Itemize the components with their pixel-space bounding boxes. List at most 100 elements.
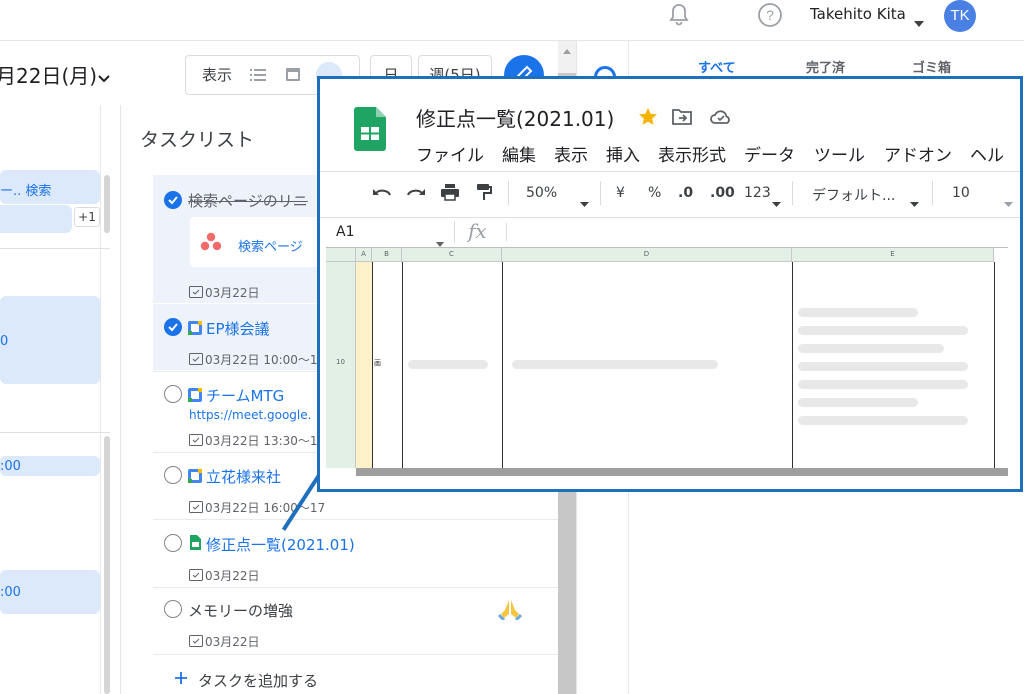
left-event-label: ー.. 検索 [0,184,52,199]
star-icon[interactable] [638,107,658,127]
formula-separator [454,221,455,243]
add-task-button[interactable]: タスクを追加する [198,670,318,691]
top-bar-divider [0,40,1024,41]
tasklist-divider [120,105,121,694]
task-done-check-icon[interactable] [164,318,182,336]
task-open-check-icon[interactable] [164,385,182,403]
task-title[interactable]: チームMTG [206,385,284,406]
menu-file[interactable]: ファイル [416,141,484,166]
grid-bottom-bar [356,468,1008,476]
percent-format-button[interactable]: % [648,185,661,201]
notification-bell-icon[interactable] [668,2,690,28]
calendar-small-icon [189,350,203,365]
task-title[interactable]: 修正点一覧(2021.01) [206,534,355,555]
task-title[interactable]: 検索ページのリニ [188,190,308,211]
column-header-a[interactable]: A [356,248,372,262]
zoom-caret-icon[interactable] [580,192,589,207]
column-header-e[interactable]: E [792,248,994,262]
task-title[interactable]: 立花様来社 [206,466,281,487]
formula-input-cursor[interactable] [506,223,507,241]
help-icon[interactable]: ? [757,2,783,28]
cell-b-text[interactable]: 画 [374,358,381,368]
google-calendar-icon [188,387,202,402]
font-select[interactable]: デフォルト... [812,185,895,205]
row-header[interactable]: 10 [326,262,356,468]
column-header-c[interactable]: C [402,248,502,262]
calendar-view-icon[interactable] [286,66,300,81]
print-icon[interactable] [440,183,460,201]
tab-trash[interactable]: ゴミ箱 [912,57,951,76]
menu-addons[interactable]: アドオン [884,141,952,166]
left-event-card-3[interactable] [0,296,100,384]
paint-format-icon[interactable] [476,183,492,201]
task-open-check-icon[interactable] [164,466,182,484]
task-date: 03月22日 13:30〜14 [205,434,326,448]
cell-e-placeholder [798,326,968,335]
menu-edit[interactable]: 編集 [502,141,536,166]
toolbar-separator [600,181,601,205]
tab-completed[interactable]: 完了済 [806,57,845,76]
calendar-small-icon [189,498,203,513]
menu-view[interactable]: 表示 [554,141,588,166]
zoom-select[interactable]: 50% [526,185,557,201]
user-menu-name[interactable]: Takehito Kita [810,5,906,23]
increase-decimal-button[interactable]: .00 [710,185,735,201]
undo-icon[interactable] [372,185,392,199]
left-scrollbar-thumb[interactable] [104,175,110,233]
task-title[interactable]: EP様会議 [206,318,270,339]
tasklist-title: タスクリスト [140,129,255,151]
decrease-decimal-button[interactable]: .0 [678,185,693,201]
menu-format[interactable]: 表示形式 [658,141,726,166]
more-formats-button[interactable]: 123 [744,185,771,201]
task-separator [153,654,558,655]
cloud-saved-icon[interactable] [710,109,732,125]
task-open-check-icon[interactable] [164,534,182,552]
left-event-time: 0 [0,334,9,349]
list-view-icon[interactable] [250,67,266,81]
menu-insert[interactable]: 挿入 [606,141,640,166]
cell-e-placeholder [798,344,944,353]
spreadsheet-grid[interactable]: A B C D E 10 画 [326,247,1008,483]
grid-line [792,262,793,468]
column-header-b[interactable]: B [372,248,402,262]
task-meeting-link[interactable]: https://meet.google. [189,408,311,422]
more-events-badge[interactable]: +1 [74,207,100,227]
current-date-label[interactable]: 月22日(月) [0,60,97,89]
task-title[interactable]: メモリーの増強 [188,600,293,621]
menu-tools[interactable]: ツール [814,141,865,166]
add-icon[interactable] [174,670,188,684]
name-box[interactable]: A1 [336,224,354,240]
tab-all[interactable]: すべて [698,57,736,76]
task-done-check-icon[interactable] [164,191,182,209]
user-menu-caret-icon[interactable] [914,12,924,27]
left-event-card-2[interactable] [0,205,72,233]
column-a-highlight [356,262,372,468]
column-header-d[interactable]: D [502,248,792,262]
left-divider [0,248,110,249]
redo-icon[interactable] [406,185,426,199]
praying-hands-icon[interactable] [497,598,523,622]
avatar[interactable]: TK [944,0,976,32]
name-box-caret-icon[interactable] [436,232,444,247]
fx-icon: fx [468,219,487,243]
move-to-folder-icon[interactable] [672,108,692,125]
font-size-select[interactable]: 10 [952,185,970,201]
currency-format-button[interactable]: ¥ [616,185,625,201]
cell-e-placeholder [798,380,968,389]
menu-help[interactable]: ヘル [970,141,1004,166]
cell-e-placeholder [798,362,968,371]
left-event-time-2: :00 [0,459,21,474]
more-formats-caret-icon[interactable] [772,192,781,207]
font-caret-icon[interactable] [910,192,919,207]
left-scrollbar-thumb-2[interactable] [104,436,110,694]
font-size-caret-icon[interactable] [1004,192,1013,207]
task-date: 03月22日 [205,635,260,649]
sheet-title[interactable]: 修正点一覧(2021.01) [416,103,614,132]
toolbar-separator [508,181,509,205]
task-attachment-label[interactable]: 検索ページ [238,236,303,255]
scroll-up-button[interactable] [558,41,576,73]
date-dropdown-chevron-icon[interactable] [98,68,110,83]
calendar-small-icon [189,283,203,298]
menu-data[interactable]: データ [744,141,795,166]
task-open-check-icon[interactable] [164,600,182,618]
